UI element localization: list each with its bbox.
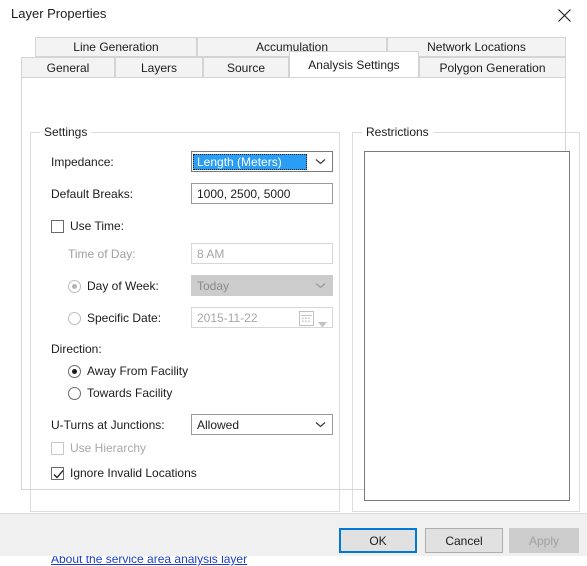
title-bar: Layer Properties xyxy=(0,0,587,32)
radio-box xyxy=(68,364,81,378)
tab-general[interactable]: General xyxy=(21,57,115,78)
day-of-week-value: Today xyxy=(197,278,230,293)
checkbox-box xyxy=(51,441,64,455)
apply-button-label: Apply xyxy=(528,533,560,548)
radio-towards-facility[interactable]: Towards Facility xyxy=(68,386,172,400)
button-bar: OK Cancel Apply xyxy=(0,513,587,556)
day-of-week-label: Day of Week: xyxy=(87,279,159,293)
restrictions-group-title: Restrictions xyxy=(362,125,433,139)
specific-date-label: Specific Date: xyxy=(87,311,162,325)
tab-label: General xyxy=(46,60,90,75)
ok-button[interactable]: OK xyxy=(339,528,417,553)
chevron-down-icon xyxy=(308,282,332,289)
impedance-label: Impedance: xyxy=(51,155,114,169)
radio-box xyxy=(68,311,81,325)
time-of-day-input: 8 AM xyxy=(191,243,333,264)
tab-label: Line Generation xyxy=(73,40,159,54)
tab-label: Network Locations xyxy=(427,40,526,54)
tab-polygon-generation[interactable]: Polygon Generation xyxy=(419,57,566,78)
chevron-down-icon xyxy=(308,158,332,165)
settings-group: Settings Impedance: Length (Meters) Defa… xyxy=(30,125,340,512)
tab-strip: Line Generation Accumulation Network Loc… xyxy=(21,37,566,78)
radio-label: Away From Facility xyxy=(87,364,189,378)
checkmark-icon xyxy=(53,469,64,478)
chevron-down-icon xyxy=(308,421,332,428)
tab-line-generation[interactable]: Line Generation xyxy=(35,37,197,57)
cancel-button-label: Cancel xyxy=(445,533,483,548)
radio-away-from-facility[interactable]: Away From Facility xyxy=(68,364,188,378)
u-turns-value: Allowed xyxy=(197,417,240,432)
calendar-icon xyxy=(299,311,314,326)
tab-label: Polygon Generation xyxy=(439,60,546,75)
impedance-value: Length (Meters) xyxy=(193,153,307,170)
u-turns-label: U-Turns at Junctions: xyxy=(51,418,165,432)
default-breaks-value: 1000, 2500, 5000 xyxy=(197,186,291,201)
specific-date-value: 2015-11-22 xyxy=(197,310,258,325)
radio-dot xyxy=(72,283,77,289)
impedance-combo[interactable]: Length (Meters) xyxy=(191,151,333,172)
u-turns-combo[interactable]: Allowed xyxy=(191,414,333,435)
default-breaks-label: Default Breaks: xyxy=(51,187,134,201)
ignore-invalid-locations-label: Ignore Invalid Locations xyxy=(70,466,197,480)
tab-label: Layers xyxy=(140,60,178,75)
settings-group-title: Settings xyxy=(40,125,92,139)
specific-date-input: 2015-11-22 xyxy=(191,307,333,328)
day-of-week-radio: Day of Week: xyxy=(68,279,159,293)
radio-dot xyxy=(72,368,77,374)
direction-label: Direction: xyxy=(51,342,102,356)
radio-label: Towards Facility xyxy=(87,386,173,400)
time-of-day-value: 8 AM xyxy=(197,246,225,261)
tab-label: Source xyxy=(226,60,266,75)
restrictions-group: Restrictions xyxy=(352,125,580,512)
close-glyph xyxy=(557,8,571,22)
tab-page-analysis-settings: Settings Impedance: Length (Meters) Defa… xyxy=(21,77,580,566)
time-of-day-label: Time of Day: xyxy=(68,247,136,261)
tab-label: Analysis Settings xyxy=(308,57,400,72)
radio-box xyxy=(68,386,81,400)
restrictions-listbox[interactable] xyxy=(364,151,570,501)
close-icon[interactable] xyxy=(541,0,587,30)
radio-box xyxy=(68,279,81,293)
checkbox-box xyxy=(51,219,64,233)
tab-source[interactable]: Source xyxy=(203,57,289,78)
dialog-body: Line Generation Accumulation Network Loc… xyxy=(0,32,587,566)
ignore-invalid-locations-checkbox[interactable]: Ignore Invalid Locations xyxy=(51,466,197,480)
use-hierarchy-label: Use Hierarchy xyxy=(70,441,147,455)
window-title: Layer Properties xyxy=(11,6,107,21)
default-breaks-input[interactable]: 1000, 2500, 5000 xyxy=(191,183,333,204)
use-hierarchy-checkbox: Use Hierarchy xyxy=(51,441,146,455)
tab-layers[interactable]: Layers xyxy=(115,57,203,78)
use-time-checkbox[interactable]: Use Time: xyxy=(51,219,124,233)
specific-date-radio: Specific Date: xyxy=(68,311,161,325)
tab-analysis-settings[interactable]: Analysis Settings xyxy=(289,51,419,78)
cancel-button[interactable]: Cancel xyxy=(425,528,503,553)
ok-button-label: OK xyxy=(369,533,387,548)
use-time-label: Use Time: xyxy=(70,219,125,233)
calendar-dropdown-icon xyxy=(318,317,327,327)
apply-button: Apply xyxy=(509,528,579,553)
day-of-week-combo: Today xyxy=(191,275,333,296)
checkbox-box xyxy=(51,466,64,480)
